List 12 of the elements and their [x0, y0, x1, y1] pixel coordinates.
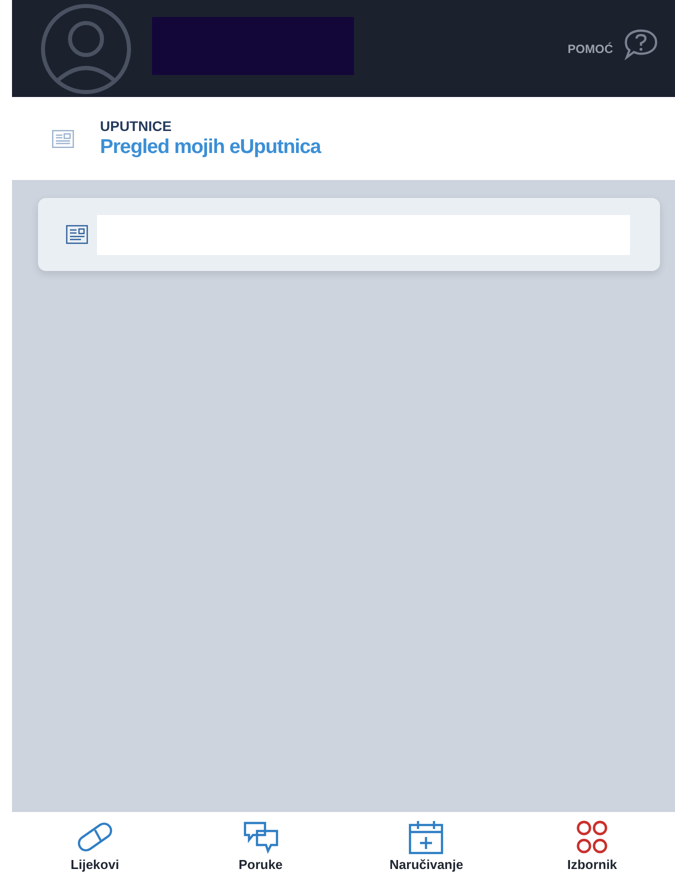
- nav-tab[interactable]: Izbornik: [522, 818, 662, 872]
- avatar-icon[interactable]: [40, 2, 132, 94]
- document-icon: [66, 225, 88, 244]
- referral-card[interactable]: [38, 198, 660, 271]
- nav-tab[interactable]: Poruke: [190, 818, 331, 872]
- help-link[interactable]: POMOĆ: [568, 42, 613, 56]
- section-category: UPUTNICE: [100, 118, 173, 134]
- help-icon[interactable]: [623, 28, 659, 60]
- nav-tab[interactable]: Lijekovi: [24, 818, 165, 872]
- section-title: Pregled mojih eUputnica: [100, 136, 321, 159]
- nav-tab[interactable]: Naručivanje: [356, 818, 496, 872]
- document-icon: [52, 130, 74, 148]
